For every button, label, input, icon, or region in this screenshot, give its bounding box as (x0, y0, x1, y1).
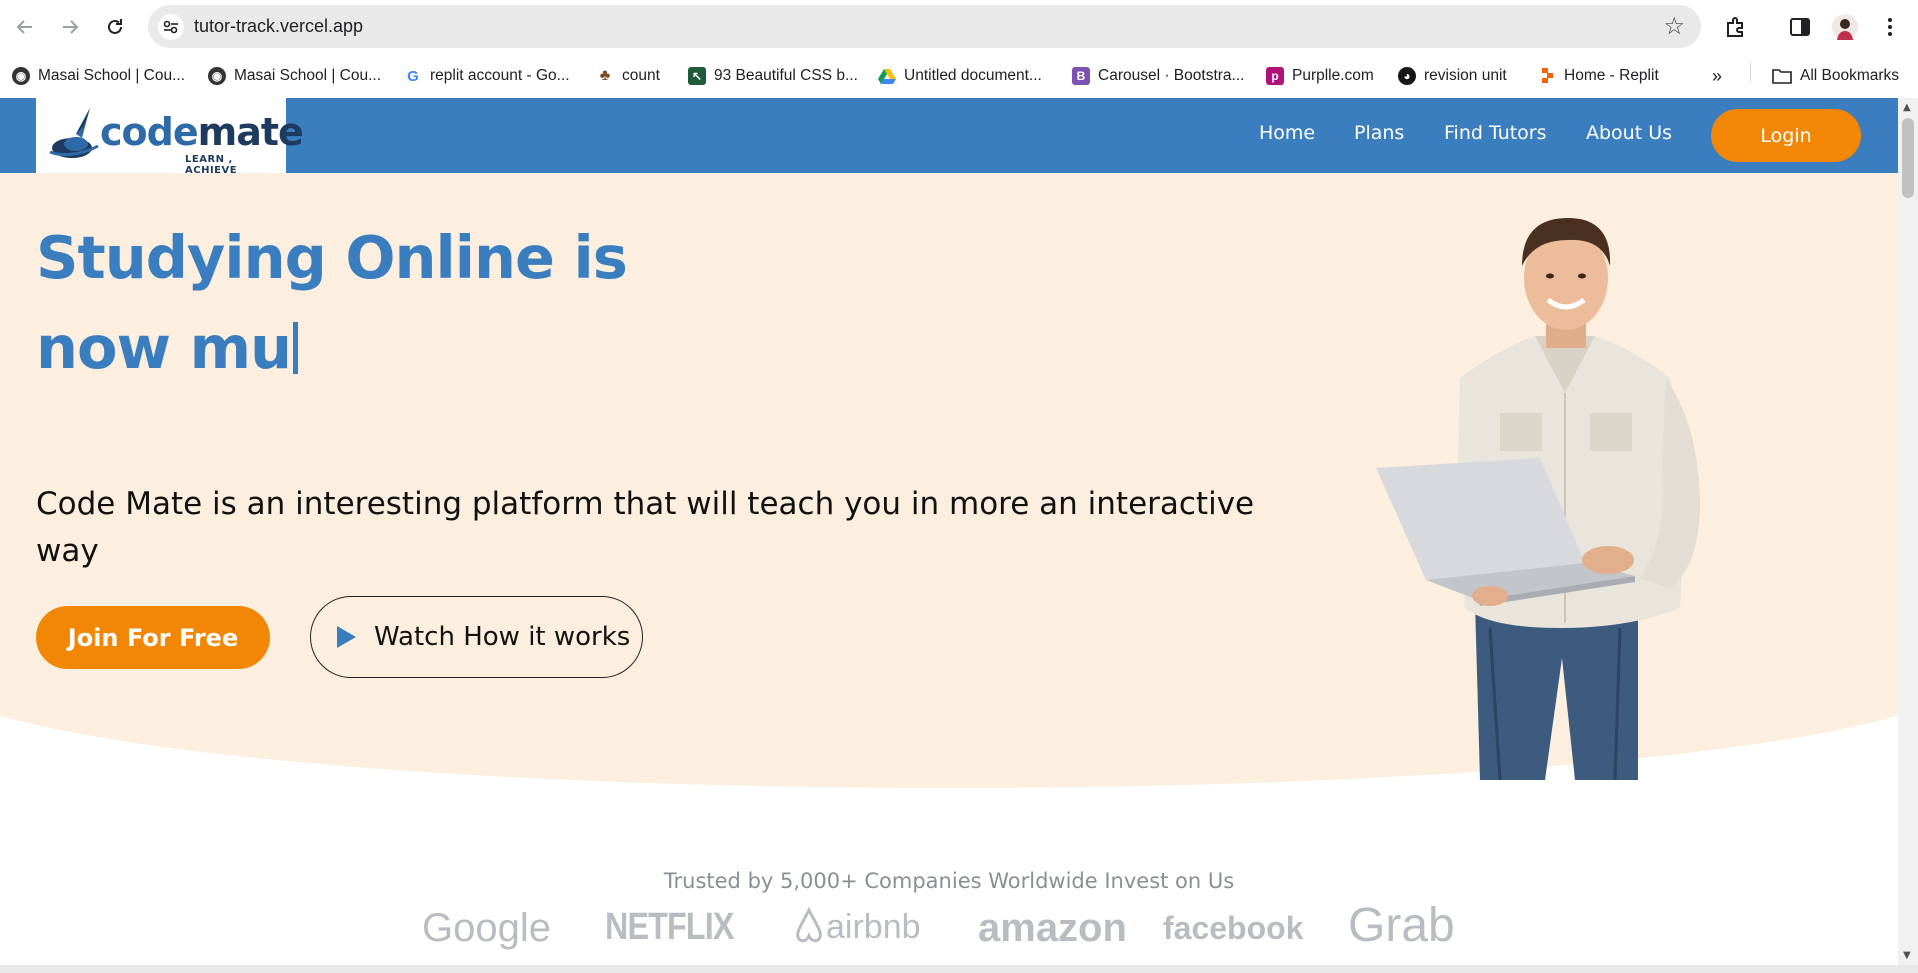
hero-person-with-laptop-image (1376, 218, 1700, 780)
facebook-logo: facebook (1163, 910, 1304, 946)
side-panel-icon[interactable] (1785, 12, 1815, 42)
scroll-up-arrow-icon[interactable]: ▲ (1903, 102, 1911, 113)
bookmarks-bar: ◉ Masai School | Cou... ◉ Masai School |… (0, 53, 1918, 98)
watch-how-it-works-button[interactable]: Watch How it works (310, 596, 643, 678)
profile-avatar[interactable] (1830, 12, 1860, 42)
bookmark-star-icon[interactable]: ☆ (1663, 12, 1685, 40)
globe-icon: ◉ (208, 67, 226, 85)
nav-about-us[interactable]: About Us (1586, 122, 1672, 144)
bootstrap-icon: B (1072, 67, 1090, 85)
bookmark-label: Masai School | Cou... (234, 67, 382, 84)
bookmark-label: Untitled document... (904, 67, 1042, 84)
rocket-logo-icon (49, 108, 99, 158)
extensions-icon[interactable] (1720, 12, 1750, 42)
purplle-icon: p (1266, 67, 1284, 85)
join-for-free-button[interactable]: Join For Free (36, 606, 270, 669)
window-bottom-edge (0, 965, 1918, 973)
bookmark-item[interactable]: p Purplle.com (1266, 63, 1374, 89)
hero-title-line-1: Studying Online is (36, 223, 628, 292)
play-icon (337, 626, 356, 648)
bookmark-label: replit account - Go... (430, 67, 570, 84)
site-header: codemate LEARN , ACHIEVE Home Plans Find… (0, 98, 1898, 176)
bookmark-label: revision unit (1424, 67, 1507, 84)
drive-icon (878, 67, 896, 85)
nav-plans[interactable]: Plans (1354, 122, 1404, 144)
url-text[interactable]: tutor-track.vercel.app (194, 16, 363, 37)
bookmark-item[interactable]: Untitled document... (878, 63, 1042, 89)
bookmark-item[interactable]: ◉ Masai School | Cou... (12, 63, 185, 89)
watch-button-label: Watch How it works (374, 622, 631, 652)
bookmark-label: 93 Beautiful CSS b... (714, 67, 858, 84)
back-button[interactable] (10, 12, 40, 42)
netflix-logo: NETFLIX (605, 906, 734, 948)
address-bar[interactable]: tutor-track.vercel.app ☆ (148, 5, 1701, 48)
company-logos-row: Google NETFLIX airbnb amazon facebook Gr… (0, 899, 1898, 965)
all-bookmarks-label: All Bookmarks (1800, 67, 1900, 84)
back-arrow-icon (16, 20, 32, 34)
replit-icon (1538, 67, 1556, 85)
bookmark-label: count (622, 67, 660, 84)
nav-find-tutors[interactable]: Find Tutors (1444, 122, 1547, 144)
typing-cursor (293, 322, 299, 374)
hero-title: Studying Online is now mu (36, 213, 936, 393)
nav-home[interactable]: Home (1259, 122, 1315, 144)
login-button[interactable]: Login (1711, 109, 1861, 162)
bookmark-item[interactable]: ♣ count (596, 63, 660, 89)
bookmark-label: Masai School | Cou... (38, 67, 186, 84)
bookmark-item[interactable]: ↖ 93 Beautiful CSS b... (688, 63, 858, 89)
scroll-down-arrow-icon[interactable]: ▼ (1903, 950, 1911, 961)
forward-arrow-icon (63, 20, 79, 34)
bookmark-label: Carousel · Bootstra... (1098, 67, 1245, 84)
cursor-icon: ↖ (688, 67, 706, 85)
logo-wordmark: codemate (100, 110, 304, 154)
bookmark-item[interactable]: G replit account - Go... (404, 63, 570, 89)
page-viewport: codemate LEARN , ACHIEVE Home Plans Find… (0, 98, 1898, 965)
bookmark-label: Purplle.com (1292, 67, 1374, 84)
logo-tagline: LEARN , ACHIEVE (185, 154, 238, 176)
browser-toolbar: tutor-track.vercel.app ☆ (0, 0, 1918, 53)
airbnb-mark-icon (796, 906, 822, 943)
hero-subtitle: Code Mate is an interesting platform tha… (36, 486, 1255, 569)
bookmark-item[interactable]: B Carousel · Bootstra... (1072, 63, 1244, 89)
all-bookmarks-button[interactable]: All Bookmarks (1772, 63, 1899, 89)
globe-icon: ◉ (12, 67, 30, 85)
google-icon: G (407, 67, 419, 85)
bookmark-item[interactable]: ◉ Masai School | Cou... (208, 63, 381, 89)
amazon-logo: amazon (978, 906, 1127, 950)
reload-icon (108, 19, 122, 34)
bookmark-item[interactable]: ◕ revision unit (1398, 63, 1507, 89)
folder-icon (1772, 69, 1792, 84)
github-icon: ◕ (1398, 67, 1416, 85)
grab-logo: Grab (1348, 899, 1455, 952)
google-logo: Google (422, 906, 551, 950)
forward-button[interactable] (55, 12, 85, 42)
bookmark-item[interactable]: Home - Replit (1538, 63, 1659, 89)
scrollbar-thumb[interactable] (1902, 118, 1914, 198)
more-bookmarks-chevron-icon[interactable]: » (1712, 63, 1722, 89)
airbnb-logo: airbnb (792, 906, 921, 947)
bookmark-label: Home - Replit (1564, 67, 1659, 84)
hero-title-line-2: now mu (36, 303, 936, 393)
page-scrollbar[interactable]: ▲ ▼ (1898, 98, 1918, 965)
reload-button[interactable] (100, 12, 130, 42)
site-settings-icon[interactable] (158, 14, 184, 40)
site-logo[interactable]: codemate LEARN , ACHIEVE (36, 98, 304, 176)
trusted-by-text: Trusted by 5,000+ Companies Worldwide In… (663, 869, 1235, 893)
bookmarks-divider (1750, 62, 1751, 82)
browser-menu-icon[interactable] (1875, 12, 1905, 42)
pin-icon: ♣ (599, 67, 611, 84)
